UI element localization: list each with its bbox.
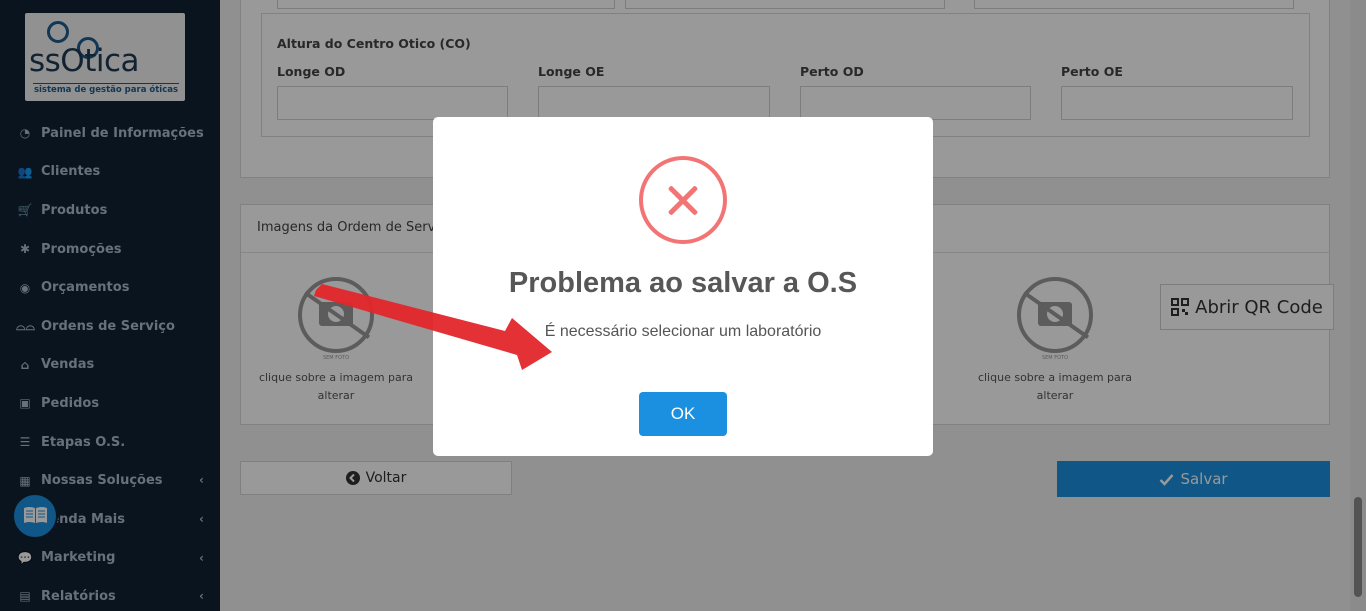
error-dialog: Problema ao salvar a O.S É necessário se… [433,117,933,456]
dialog-message: É necessário selecionar um laboratório [544,323,822,340]
dialog-title: Problema ao salvar a O.S [508,267,858,299]
ok-button[interactable]: OK [639,392,727,436]
error-icon [639,156,727,244]
